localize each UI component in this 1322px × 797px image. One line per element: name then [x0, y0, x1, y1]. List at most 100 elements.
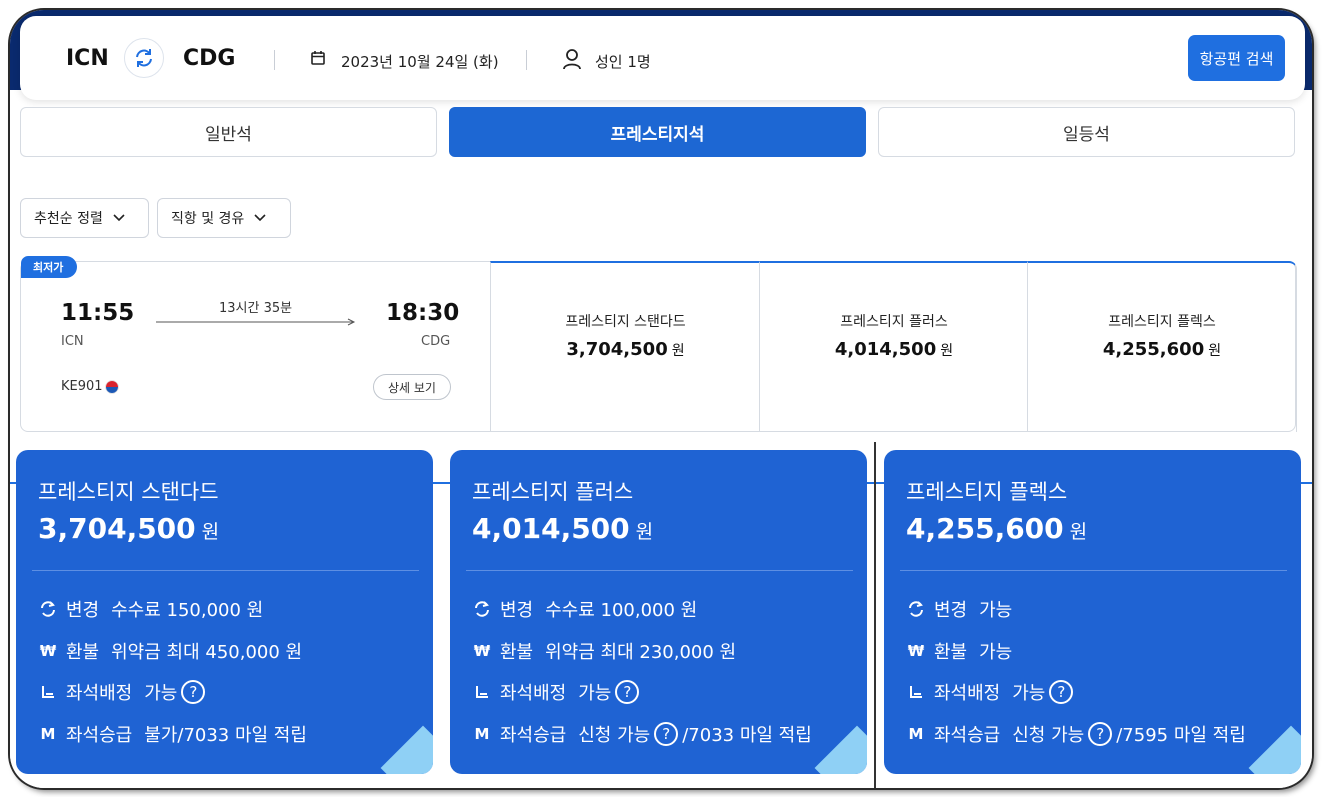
seat-row: 좌석배정 가능 ? [472, 679, 643, 705]
fare-card-price: 3,704,500 원 [38, 512, 219, 545]
tab-prestige[interactable]: 프레스티지석 [449, 107, 866, 157]
miles-text: /7033 마일 적립 [177, 725, 307, 746]
change-value: 수수료 100,000 원 [545, 600, 698, 621]
swap-icon [136, 49, 152, 67]
seat-label: 좌석배정 [66, 683, 133, 704]
card-corner-accent [380, 725, 433, 774]
upgrade-label: 좌석승급 [500, 725, 567, 746]
question-icon[interactable]: ? [654, 722, 679, 746]
app-window: ICN CDG 2023년 10월 24일 (화) 성인 1명 항공편 검색 일… [10, 10, 1312, 788]
card-corner-accent [814, 725, 867, 774]
sort-label: 추천순 정렬 [34, 211, 103, 227]
upgrade-label: 좌석승급 [66, 725, 133, 746]
calendar-icon [311, 51, 325, 65]
card-corner-accent [1248, 725, 1301, 774]
departure-code: ICN [61, 334, 84, 349]
origin-airport[interactable]: ICN [66, 46, 109, 71]
upgrade-label: 좌석승급 [934, 725, 1001, 746]
panel-divider [874, 442, 876, 788]
upgrade-value: 신청 가능 [1012, 725, 1085, 746]
fare-amount: 4,014,500 [834, 339, 937, 360]
tab-economy[interactable]: 일반석 [20, 107, 437, 157]
seat-row: 좌석배정 가능 ? [906, 679, 1077, 705]
search-flights-button[interactable]: 항공편 검색 [1188, 35, 1285, 81]
flight-duration: 13시간 35분 [219, 301, 293, 316]
fare-amount: 3,704,500 [566, 339, 668, 360]
lowest-price-badge: 최저가 [21, 256, 78, 278]
fare-option-standard[interactable]: 프레스티지 스탠다드 3,704,500 원 [490, 261, 760, 432]
arrival-time: 18:30 [386, 300, 460, 326]
change-label: 변경 [934, 600, 968, 621]
divider [466, 570, 853, 571]
seat-row: 좌석배정 가능 ? [38, 679, 209, 705]
stops-dropdown[interactable]: 직항 및 경유 [157, 198, 291, 238]
upgrade-row: M 좌석승급 불가 /7033 마일 적립 [38, 721, 307, 747]
search-bar: ICN CDG 2023년 10월 24일 (화) 성인 1명 항공편 검색 [20, 16, 1305, 100]
seat-value: 가능 [578, 683, 612, 704]
chevron-down-icon [254, 214, 266, 222]
tab-first-class[interactable]: 일등석 [878, 107, 1295, 157]
question-icon[interactable]: ? [1049, 680, 1074, 704]
seat-value: 가능 [144, 683, 178, 704]
refund-value: 위약금 최대 450,000 원 [111, 642, 303, 663]
question-icon[interactable]: ? [181, 680, 206, 704]
divider [274, 50, 275, 70]
change-label: 변경 [66, 600, 100, 621]
change-row: 변경 가능 [906, 596, 1012, 622]
change-row: 변경 수수료 150,000 원 [38, 596, 263, 622]
seat-icon [906, 682, 926, 702]
passenger-count[interactable]: 성인 1명 [595, 51, 651, 72]
fare-card-title: 프레스티지 플렉스 [906, 480, 1068, 504]
upgrade-row: M 좌석승급 신청 가능 ? /7033 마일 적립 [472, 721, 812, 747]
chevron-down-icon [113, 214, 125, 222]
fare-option-plus[interactable]: 프레스티지 플러스 4,014,500 원 [759, 261, 1028, 432]
miles-text: /7033 마일 적립 [682, 725, 812, 746]
refund-label: 환불 [500, 642, 534, 663]
flight-number-text: KE901 [61, 379, 103, 394]
seat-value: 가능 [1012, 683, 1046, 704]
detail-view-button[interactable]: 상세 보기 [373, 374, 451, 400]
question-icon[interactable]: ? [615, 680, 640, 704]
currency-unit: 원 [635, 521, 654, 543]
fare-card-plus[interactable]: 프레스티지 플러스 4,014,500 원 변경 수수료 100,000 원 ₩ … [450, 450, 867, 774]
currency-unit: 원 [940, 343, 954, 359]
miles-icon: M [474, 725, 490, 743]
refund-row: ₩ 환불 가능 [906, 638, 1013, 664]
change-icon [38, 599, 58, 619]
change-row: 변경 수수료 100,000 원 [472, 596, 697, 622]
currency-unit: 원 [1069, 521, 1088, 543]
fare-card-amount: 4,014,500 [472, 512, 630, 545]
fare-option-flex[interactable]: 프레스티지 플렉스 4,255,600 원 [1027, 261, 1297, 432]
fare-card-amount: 3,704,500 [38, 512, 196, 545]
change-icon [906, 599, 926, 619]
question-icon[interactable]: ? [1088, 722, 1113, 746]
fare-price: 4,014,500 원 [835, 339, 953, 360]
destination-airport[interactable]: CDG [183, 46, 235, 71]
refund-label: 환불 [66, 642, 100, 663]
refund-value: 위약금 최대 230,000 원 [545, 642, 737, 663]
seat-label: 좌석배정 [934, 683, 1001, 704]
currency-unit: 원 [671, 343, 685, 359]
departure-date[interactable]: 2023년 10월 24일 (화) [341, 51, 499, 72]
change-icon [472, 599, 492, 619]
fare-card-price: 4,014,500 원 [472, 512, 653, 545]
fare-card-flex[interactable]: 프레스티지 플렉스 4,255,600 원 변경 가능 ₩ 환불 가능 좌석배정 … [884, 450, 1301, 774]
divider [900, 570, 1287, 571]
refund-label: 환불 [934, 642, 968, 663]
person-icon [563, 49, 581, 70]
fare-price: 4,255,600 원 [1103, 339, 1221, 360]
fare-name: 프레스티지 플렉스 [1108, 314, 1216, 330]
flight-result-card[interactable]: 최저가 11:55 13시간 35분 18:30 ICN CDG KE901 상… [20, 256, 1297, 432]
seat-label: 좌석배정 [500, 683, 567, 704]
swap-button[interactable] [124, 38, 164, 78]
refund-value: 가능 [979, 642, 1013, 663]
miles-text: /7595 마일 적립 [1116, 725, 1246, 746]
seat-icon [38, 682, 58, 702]
won-icon: ₩ [473, 642, 491, 660]
seat-icon [472, 682, 492, 702]
korean-air-logo-icon [104, 379, 119, 394]
sort-dropdown[interactable]: 추천순 정렬 [20, 198, 149, 238]
fare-card-standard[interactable]: 프레스티지 스탠다드 3,704,500 원 변경 수수료 150,000 원 ₩… [16, 450, 433, 774]
change-value: 가능 [979, 600, 1013, 621]
miles-icon: M [40, 725, 56, 743]
